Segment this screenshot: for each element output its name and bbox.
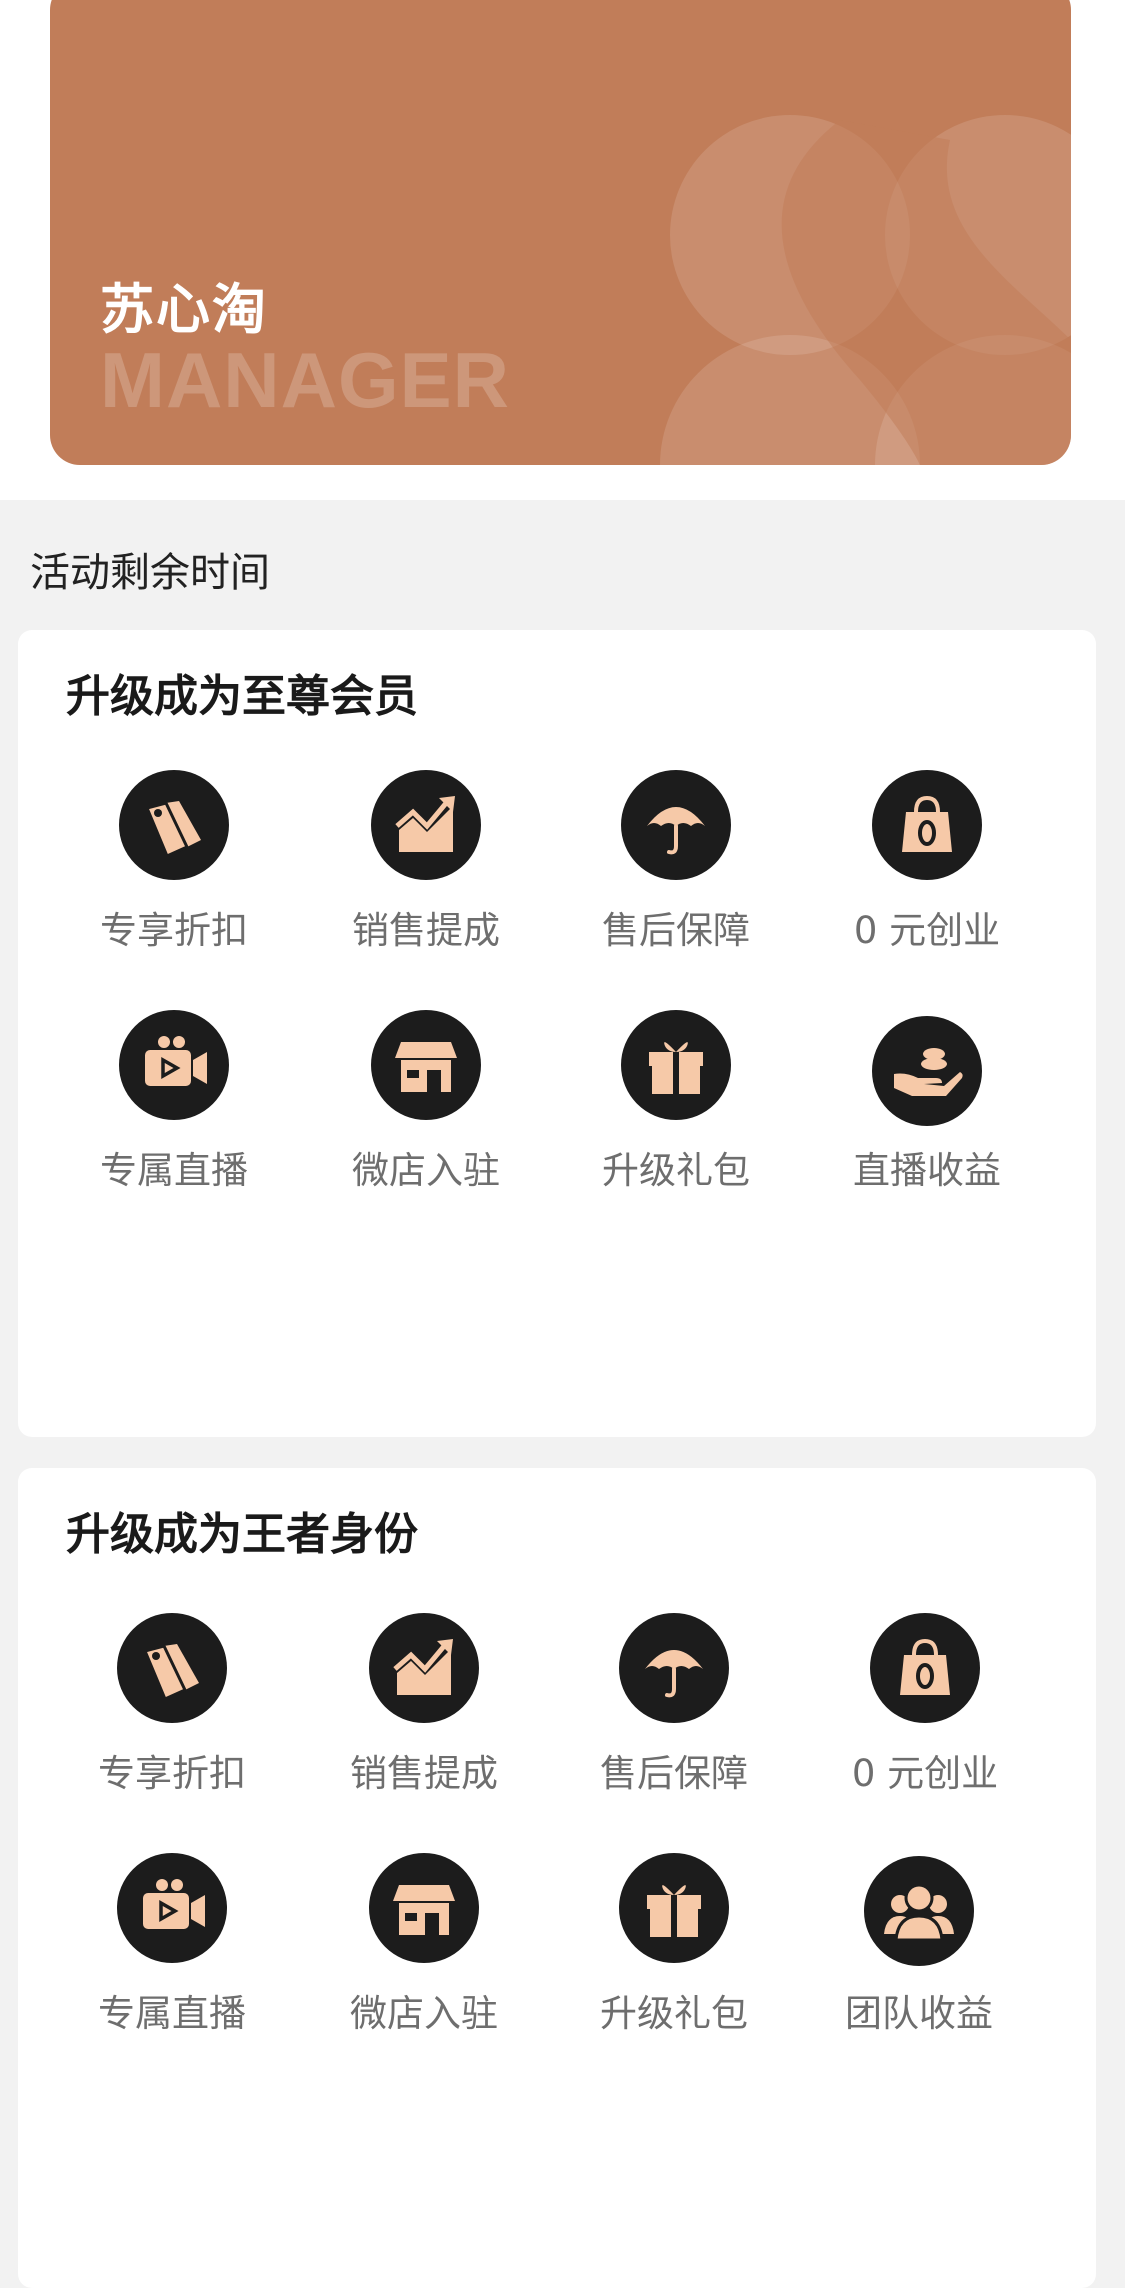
benefit-shop[interactable]: 微店入驻	[304, 1853, 544, 2063]
growth-chart-icon	[371, 770, 481, 880]
benefit-label: 专享折扣	[100, 909, 248, 952]
benefit-shop[interactable]: 微店入驻	[306, 1010, 546, 1220]
umbrella-icon	[619, 1613, 729, 1723]
growth-chart-icon	[369, 1613, 479, 1723]
benefit-zero-startup[interactable]: 0 元创业	[807, 770, 1047, 980]
benefit-zero-startup[interactable]: 0 元创业	[805, 1613, 1045, 1823]
benefit-live-income[interactable]: 直播收益	[807, 1010, 1047, 1220]
benefit-label: 0 元创业	[851, 1752, 999, 1795]
benefit-label: 专享折扣	[98, 1752, 246, 1795]
benefit-discount[interactable]: 专享折扣	[52, 1613, 292, 1823]
king-benefits-panel: 升级成为王者身份 专享折扣 销售提成 售后保障 0 元创业 专属直播 微店入驻 …	[18, 1468, 1096, 2288]
umbrella-icon	[621, 770, 731, 880]
benefit-aftersale[interactable]: 售后保障	[554, 1613, 794, 1823]
panel-title: 升级成为王者身份	[66, 1509, 418, 1560]
benefit-label: 销售提成	[352, 909, 500, 952]
membership-card: 苏心淘 MANAGER	[50, 0, 1071, 465]
benefit-live[interactable]: 专属直播	[52, 1853, 292, 2063]
price-tags-icon	[119, 770, 229, 880]
benefit-discount[interactable]: 专享折扣	[54, 770, 294, 980]
benefit-label: 专属直播	[98, 1992, 246, 2035]
header-area: 苏心淘 MANAGER	[0, 0, 1125, 500]
zero-bag-icon	[872, 770, 982, 880]
shop-icon	[369, 1853, 479, 1963]
video-camera-icon	[117, 1853, 227, 1963]
shop-icon	[371, 1010, 481, 1120]
panel-title: 升级成为至尊会员	[66, 671, 418, 722]
benefit-label: 微店入驻	[352, 1149, 500, 1192]
benefit-commission[interactable]: 销售提成	[306, 770, 546, 980]
app-name: 苏心淘	[100, 278, 268, 341]
video-camera-icon	[119, 1010, 229, 1120]
benefit-team-income[interactable]: 团队收益	[799, 1853, 1039, 2063]
benefit-label: 升级礼包	[600, 1992, 748, 2035]
benefit-label: 升级礼包	[602, 1149, 750, 1192]
benefit-live[interactable]: 专属直播	[54, 1010, 294, 1220]
zero-bag-icon	[870, 1613, 980, 1723]
benefit-gift[interactable]: 升级礼包	[556, 1010, 796, 1220]
benefit-gift[interactable]: 升级礼包	[554, 1853, 794, 2063]
benefit-aftersale[interactable]: 售后保障	[556, 770, 796, 980]
benefit-label: 销售提成	[350, 1752, 498, 1795]
hand-coins-icon	[872, 1016, 982, 1126]
card-level: MANAGER	[100, 336, 510, 424]
benefit-label: 0 元创业	[853, 909, 1001, 952]
vip-benefits-panel: 升级成为至尊会员 专享折扣 销售提成 售后保障 0 元创业 专属直播 微店入驻 …	[18, 630, 1096, 1437]
team-icon	[864, 1856, 974, 1966]
benefit-label: 专属直播	[100, 1149, 248, 1192]
benefit-commission[interactable]: 销售提成	[304, 1613, 544, 1823]
benefit-label: 团队收益	[845, 1992, 993, 2035]
countdown-label: 活动剩余时间	[30, 550, 270, 596]
benefit-label: 售后保障	[602, 909, 750, 952]
price-tags-icon	[117, 1613, 227, 1723]
benefit-label: 售后保障	[600, 1752, 748, 1795]
benefit-label: 直播收益	[853, 1149, 1001, 1192]
gift-icon	[621, 1010, 731, 1120]
benefit-label: 微店入驻	[350, 1992, 498, 2035]
gift-icon	[619, 1853, 729, 1963]
